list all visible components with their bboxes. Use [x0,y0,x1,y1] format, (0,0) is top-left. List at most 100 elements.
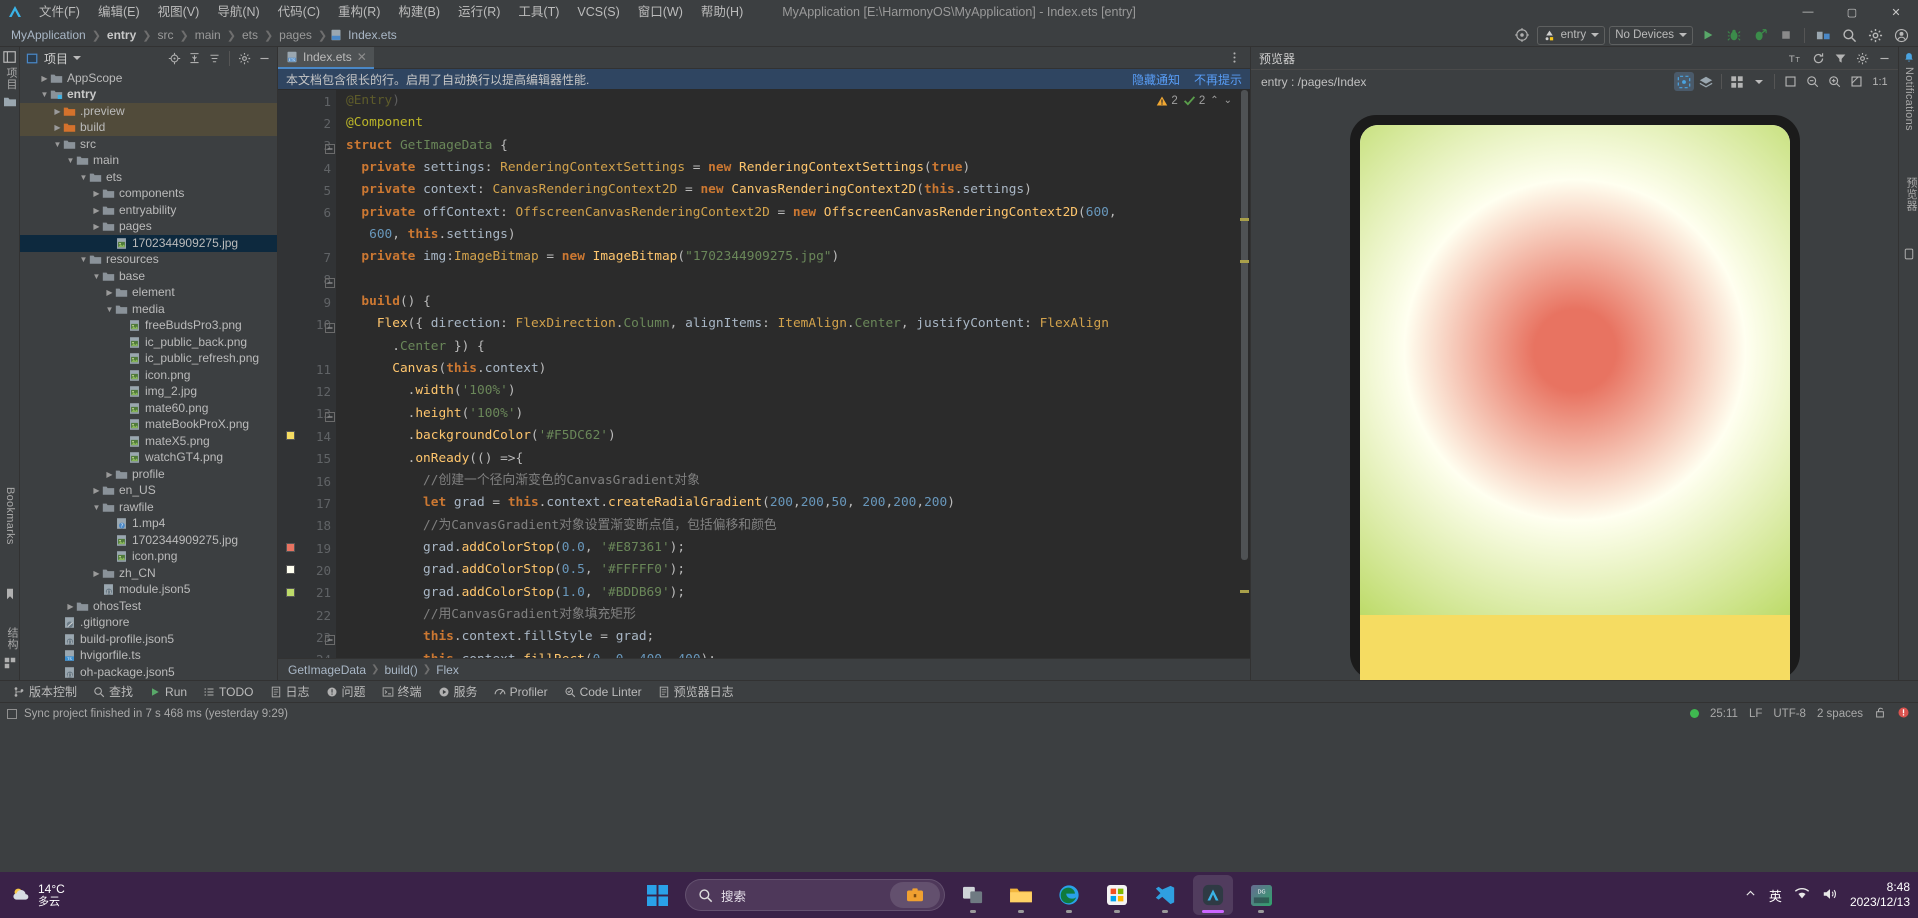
fold-toggle-icon[interactable] [325,320,335,330]
tree-item-entryability[interactable]: ▶entryability [20,202,277,219]
run-configuration-selector[interactable]: entry [1537,26,1606,45]
ok-indicator[interactable]: 2 [1183,94,1205,107]
breadcrumb-item-src[interactable]: src [154,27,176,43]
zoom-in-icon[interactable] [1824,72,1844,91]
tree-item-base[interactable]: ▼base [20,268,277,285]
tree-item-pages[interactable]: ▶pages [20,219,277,236]
code-line[interactable]: .backgroundColor('#F5DC62') [346,425,1250,447]
fold-toggle-icon[interactable] [325,141,335,151]
code-line[interactable]: //用CanvasGradient对象填充矩形 [346,604,1250,626]
tree-item-element[interactable]: ▶element [20,285,277,302]
warning-indicator[interactable]: 2 [1156,95,1177,107]
menu-item-1[interactable]: 编辑(E) [89,1,149,23]
breadcrumb-item-myapplication[interactable]: MyApplication [8,27,89,43]
inspection-widget[interactable]: 2 2 ⌃ ⌄ [1156,94,1232,107]
code-line[interactable]: build() { [346,291,1250,313]
settings-icon[interactable] [236,50,253,67]
ime-indicator[interactable]: 英 [1769,886,1782,905]
start-button[interactable] [637,875,677,915]
breadcrumb-item-ets[interactable]: ets [239,27,261,43]
tree-item-profile[interactable]: ▶profile [20,466,277,483]
tree-item-build[interactable]: ▶build [20,120,277,137]
code-line[interactable]: grad.addColorStop(1.0, '#BDDB69'); [346,582,1250,604]
menu-item-6[interactable]: 构建(B) [389,1,449,23]
menu-item-0[interactable]: 文件(F) [30,1,89,23]
code-line[interactable]: 600, this.settings) [346,224,1250,246]
code-line[interactable]: @Component [346,112,1250,134]
tree-item-ohostest[interactable]: ▶ohosTest [20,598,277,615]
chevron-right-icon[interactable]: ▶ [91,189,102,198]
indent-setting[interactable]: 2 spaces [1817,708,1863,720]
chevron-right-icon[interactable]: ▶ [104,470,115,479]
code-line[interactable]: grad.addColorStop(0.5, '#FFFFF0'); [346,559,1250,581]
project-panel-title-group[interactable]: 项目 [26,50,81,67]
run-button[interactable] [1697,25,1719,45]
code-line[interactable]: this.context.fillStyle = grad; [346,626,1250,648]
chevron-down-icon[interactable] [73,56,81,60]
tool-window-code-linter[interactable]: Code Linter [557,683,649,701]
next-problem-icon[interactable]: ⌄ [1224,95,1232,106]
breadcrumb-item-index-ets[interactable]: Index.ets [345,27,400,43]
code-line[interactable]: private offContext: OffscreenCanvasRende… [346,202,1250,224]
tool-window-查找[interactable]: 查找 [86,681,140,702]
code-line[interactable]: .height('100%') [346,403,1250,425]
account-icon[interactable] [1890,25,1912,45]
tree-item-en_us[interactable]: ▶en_US [20,483,277,500]
structure-crumb-flex[interactable]: Flex [436,663,459,677]
tool-window-问题[interactable]: 问题 [319,681,373,702]
color-preview-gutter-icon[interactable] [286,588,295,597]
font-size-icon[interactable]: TT [1786,49,1806,68]
close-icon[interactable]: ✕ [357,50,367,64]
settings-icon[interactable] [1864,25,1886,45]
wifi-icon[interactable] [1794,887,1810,903]
fold-toggle-icon[interactable] [325,409,335,419]
line-separator[interactable]: LF [1749,708,1762,720]
tool-window-run[interactable]: Run [142,683,194,701]
chevron-right-icon[interactable]: ▶ [104,288,115,297]
chevron-down-icon[interactable]: ▼ [91,503,102,512]
zoom-out-icon[interactable] [1802,72,1822,91]
chevron-down-icon[interactable]: ▼ [65,156,76,165]
menu-item-7[interactable]: 运行(R) [449,1,509,23]
breadcrumb-item-pages[interactable]: pages [276,27,315,43]
tree-item-matex5-png[interactable]: mateX5.png [20,433,277,450]
expand-icon[interactable] [206,50,223,67]
taskbar-search[interactable]: 搜索 [685,879,945,911]
line-number[interactable]: 12 [278,380,336,402]
chevron-down-icon[interactable]: ▼ [104,305,115,314]
code-line[interactable] [346,269,1250,291]
code-line[interactable]: Flex({ direction: FlexDirection.Column, … [346,313,1250,335]
line-number[interactable]: 6 [278,202,336,224]
close-button[interactable]: ✕ [1874,0,1918,24]
tree-item-components[interactable]: ▶components [20,186,277,203]
profile-button[interactable] [1749,25,1771,45]
tree-item-build-profile-json5[interactable]: {}build-profile.json5 [20,631,277,648]
deveco-studio-icon[interactable] [1193,875,1233,915]
tree-item-entry[interactable]: ▼entry [20,87,277,104]
menu-item-9[interactable]: VCS(S) [568,1,628,23]
line-number[interactable] [278,224,336,246]
menu-item-4[interactable]: 代码(C) [269,1,329,23]
chevron-right-icon[interactable]: ▶ [39,74,50,83]
tree-item-oh-package-json5[interactable]: {}oh-package.json5 [20,664,277,680]
tree-item-1702344909275-jpg[interactable]: 1702344909275.jpg [20,532,277,549]
collapse-all-icon[interactable] [186,50,203,67]
tree-item-zh_cn[interactable]: ▶zh_CN [20,565,277,582]
settings-icon[interactable] [1852,49,1872,68]
chevron-right-icon[interactable]: ▶ [52,107,63,116]
debug-button[interactable] [1723,25,1745,45]
tree-item-ic_public_refresh-png[interactable]: ic_public_refresh.png [20,351,277,368]
minimize-button[interactable]: — [1786,0,1830,24]
line-number[interactable]: 22 [278,604,336,626]
chevron-down-icon[interactable]: ▼ [78,255,89,264]
code-line[interactable]: grad.addColorStop(0.0, '#E87361'); [346,537,1250,559]
chevron-right-icon[interactable]: ▶ [91,222,102,231]
editor-scrollbar[interactable] [1238,90,1250,658]
tool-window-服务[interactable]: 服务 [431,681,485,702]
microsoft-store-icon[interactable] [1097,875,1137,915]
line-number[interactable]: 9 [278,291,336,313]
chevron-right-icon[interactable]: ▶ [91,206,102,215]
scrollbar-thumb[interactable] [1241,90,1248,560]
device-selector[interactable]: No Devices [1609,26,1693,45]
chevron-down-icon[interactable]: ▼ [52,140,63,149]
